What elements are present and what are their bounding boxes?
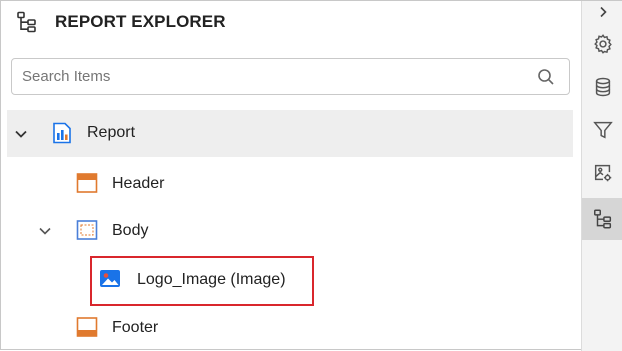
- header-section-icon: [76, 173, 98, 193]
- report-explorer-button[interactable]: [582, 198, 622, 240]
- gear-icon: [593, 34, 612, 54]
- tree-item-label: Report: [87, 124, 136, 141]
- panel-header: REPORT EXPLORER: [15, 9, 226, 35]
- search-input[interactable]: [12, 59, 532, 94]
- report-explorer-window: REPORT EXPLORER Search Items Report Head…: [0, 0, 622, 351]
- image-settings-icon: [594, 164, 611, 182]
- tree-item-report[interactable]: Report: [7, 110, 573, 157]
- tree-item-header[interactable]: Header: [7, 161, 573, 207]
- database-icon: [595, 77, 610, 97]
- filter-icon: [592, 121, 613, 139]
- filter-button[interactable]: [582, 109, 622, 151]
- page-title: REPORT EXPLORER: [55, 12, 226, 31]
- tree-item-label: Header: [112, 175, 165, 192]
- search-box: [11, 58, 570, 95]
- collapse-button[interactable]: [582, 1, 622, 23]
- tree-structure-icon: [15, 10, 39, 34]
- chevron-down-icon[interactable]: [38, 224, 52, 238]
- selection-highlight-box: [90, 256, 314, 306]
- image-manager-button[interactable]: [582, 152, 622, 194]
- settings-button[interactable]: [582, 23, 622, 65]
- tree-item-label: Footer: [112, 319, 159, 336]
- tree-item-label: Body: [112, 222, 149, 239]
- report-icon: [53, 122, 71, 144]
- data-button[interactable]: [582, 66, 622, 108]
- chevron-down-icon[interactable]: [14, 127, 28, 141]
- tree-item-body[interactable]: Body: [7, 208, 573, 254]
- report-explorer-panel: REPORT EXPLORER Search Items Report Head…: [1, 1, 581, 349]
- tree-structure-icon: [593, 209, 611, 229]
- footer-section-icon: [76, 317, 98, 337]
- body-section-icon: [76, 220, 98, 240]
- search-icon[interactable]: [537, 68, 555, 86]
- right-toolbar: [581, 1, 622, 351]
- tree-item-footer[interactable]: Footer: [7, 305, 573, 351]
- chevron-right-icon: [599, 6, 607, 18]
